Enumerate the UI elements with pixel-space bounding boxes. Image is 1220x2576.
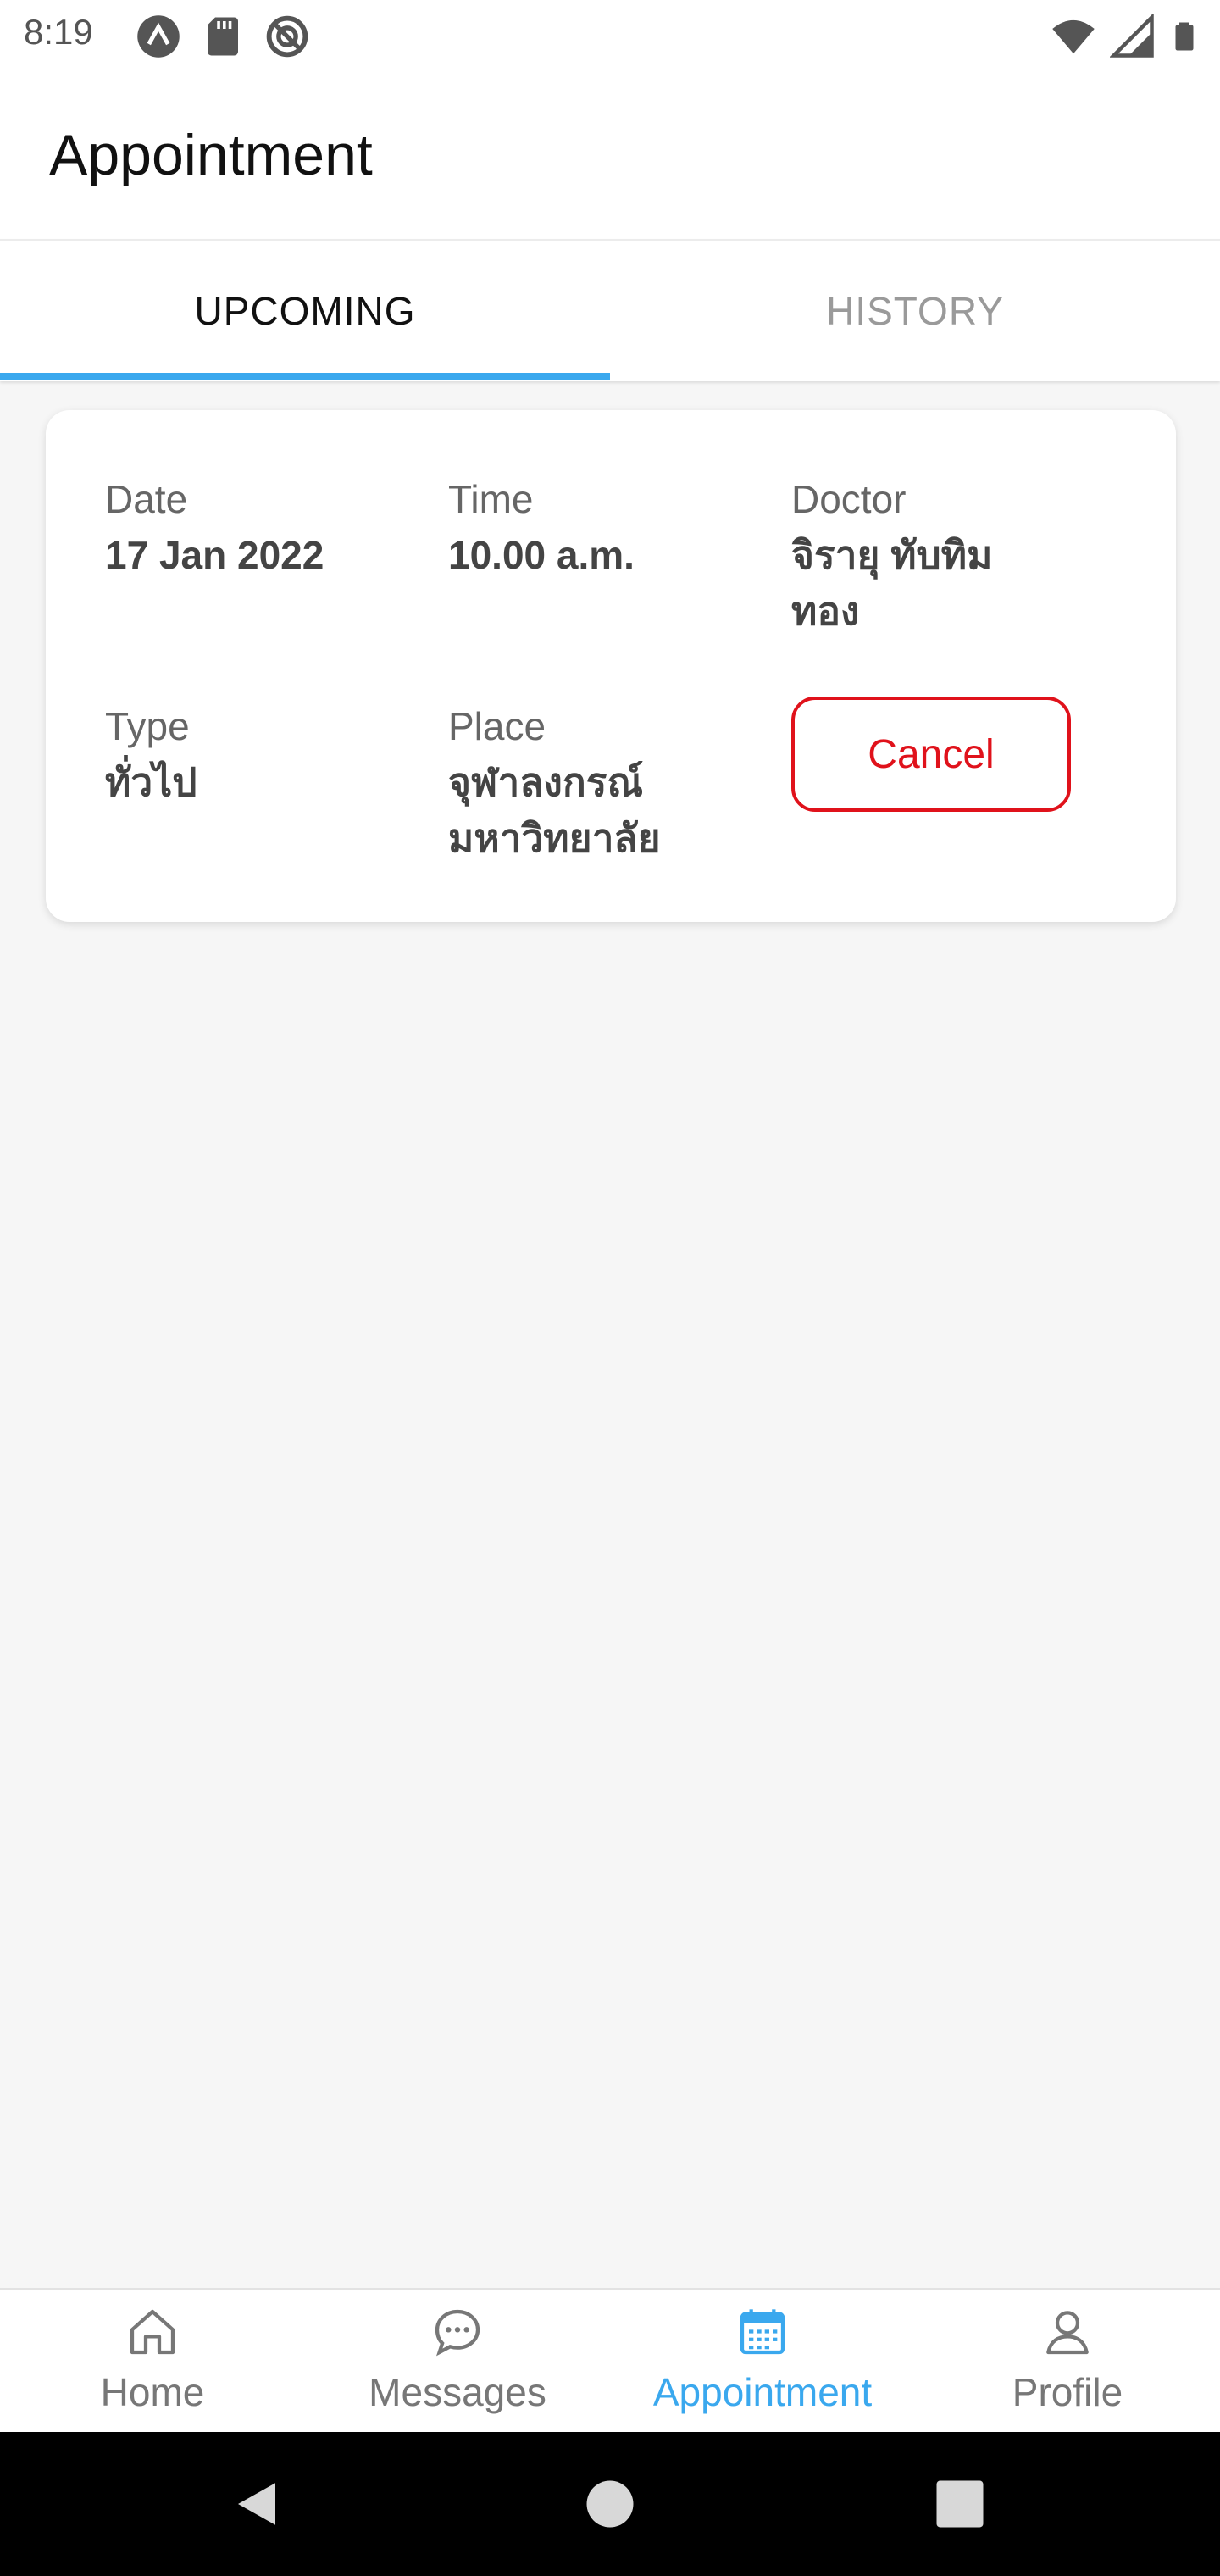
calendar-icon [740, 2309, 785, 2355]
tab-upcoming[interactable]: UPCOMING [0, 241, 610, 381]
place-value-line2: มหาวิทยาลัย [448, 816, 661, 860]
nav-appointment[interactable]: Appointment [610, 2290, 915, 2434]
battery-icon [1175, 22, 1194, 51]
nav-home-label: Home [100, 2370, 205, 2414]
doctor-label: Doctor [791, 477, 907, 521]
type-label: Type [105, 704, 190, 748]
nav-home[interactable]: Home [0, 2290, 305, 2434]
date-value: 17 Jan 2022 [105, 533, 324, 577]
type-value: ทั่วไป [105, 760, 197, 804]
chat-icon [435, 2309, 480, 2357]
tab-history[interactable]: HISTORY [610, 241, 1220, 381]
status-bar: 8:19 [0, 0, 1220, 71]
page-title: Appointment [49, 123, 373, 187]
wifi-icon [1052, 19, 1095, 54]
place-field: Place จุฬาลงกรณ์ มหาวิทยาลัย [448, 698, 770, 866]
date-label: Date [105, 477, 188, 521]
sync-icon [266, 15, 308, 58]
active-tab-indicator [0, 373, 610, 380]
nav-profile[interactable]: Profile [915, 2290, 1220, 2434]
sd-card-icon [208, 17, 238, 56]
nav-messages[interactable]: Messages [305, 2290, 610, 2434]
person-icon [1046, 2311, 1089, 2355]
status-time: 8:19 [24, 12, 93, 52]
doctor-name-line2: ทอง [791, 589, 860, 633]
tab-bar: UPCOMING HISTORY [0, 239, 1220, 381]
app-bar: Appointment [0, 71, 1220, 239]
recents-icon[interactable] [932, 2476, 988, 2532]
signal-icon [1110, 14, 1154, 58]
app-icon [137, 15, 180, 58]
home-icon [130, 2309, 175, 2355]
system-nav-bar [0, 2432, 1220, 2576]
home-button-icon[interactable] [582, 2476, 638, 2532]
type-field: Type ทั่วไป [105, 698, 427, 810]
nav-messages-label: Messages [369, 2370, 546, 2414]
appointment-card: Date 17 Jan 2022 Time 10.00 a.m. Doctor … [46, 410, 1176, 922]
status-icons-left [136, 14, 310, 59]
doctor-field: Doctor จิรายุ ทับทิม ทอง [791, 471, 1113, 639]
status-icons-right [1051, 14, 1200, 59]
time-label: Time [448, 477, 534, 521]
cancel-button[interactable]: Cancel [791, 697, 1071, 812]
doctor-name-line1: จิรายุ ทับทิม [791, 533, 993, 577]
date-field: Date 17 Jan 2022 [105, 471, 427, 583]
time-value: 10.00 a.m. [448, 533, 635, 577]
nav-appointment-label: Appointment [652, 2370, 873, 2414]
place-label: Place [448, 704, 546, 748]
bottom-nav: Home Messages Appointment Profile [0, 2288, 1220, 2434]
time-field: Time 10.00 a.m. [448, 471, 770, 583]
back-icon[interactable] [229, 2476, 285, 2532]
nav-profile-label: Profile [1012, 2370, 1123, 2414]
place-value-line1: จุฬาลงกรณ์ [448, 760, 644, 804]
